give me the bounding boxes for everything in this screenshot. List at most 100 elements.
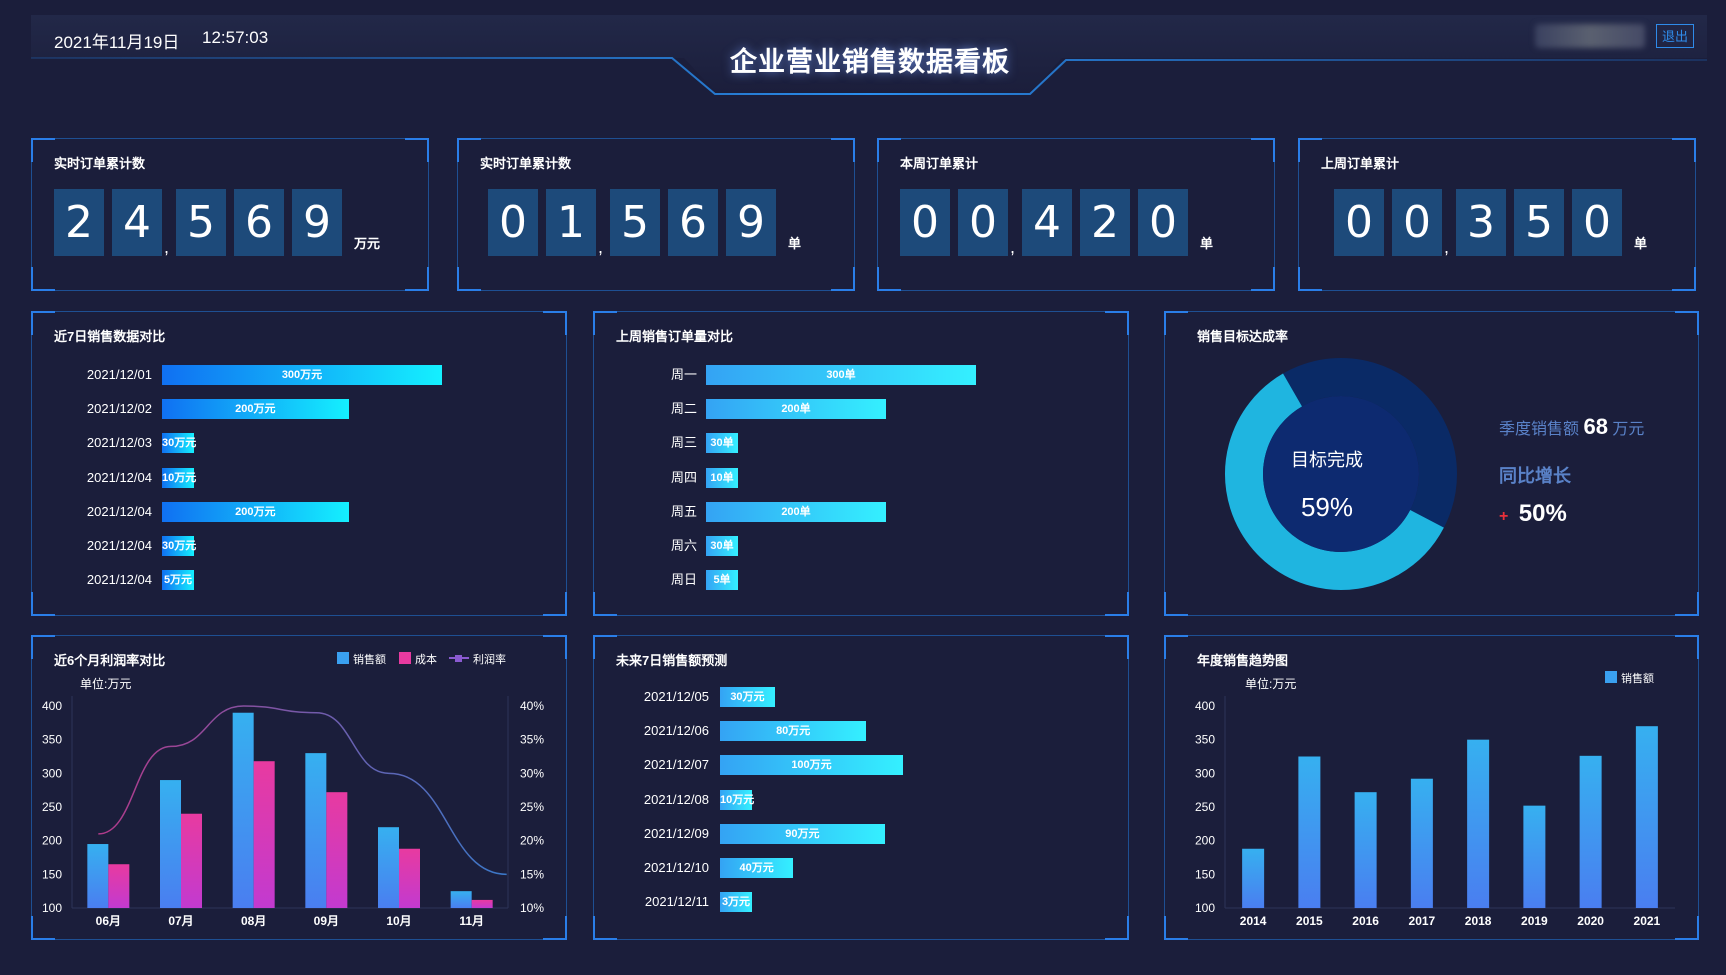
header: 2021年11月19日 12:57:03 企业营业销售数据看板 退出	[0, 0, 1726, 110]
bar	[87, 844, 109, 908]
digit: 2	[54, 189, 104, 256]
panel-title: 近7日销售数据对比	[54, 329, 166, 344]
y-tick-label: 250	[42, 800, 62, 814]
bar-category-label: 2021/12/10	[643, 860, 709, 875]
quarter-sales-row: 季度销售额 68 万元	[1499, 414, 1644, 440]
legend-swatch-cost	[399, 652, 411, 664]
bar-category-label: 2021/12/06	[643, 723, 709, 739]
x-tick-label: 2014	[1240, 914, 1267, 928]
y2-tick-label: 35%	[520, 733, 544, 747]
x-tick-label: 2017	[1409, 914, 1436, 928]
legend-marker-rate	[455, 655, 462, 662]
bar-category-label: 周二	[670, 401, 697, 417]
bar-category-label: 周四	[670, 469, 697, 485]
bar-category-label: 2021/12/04	[86, 538, 152, 553]
yoy-value: 50%	[1518, 500, 1567, 527]
y-tick-label: 400	[42, 699, 62, 713]
bar	[1523, 805, 1546, 908]
bar	[378, 827, 399, 908]
bar: 3万元	[720, 892, 752, 913]
counter-unit: 单	[1200, 236, 1214, 251]
legend-label: 利润率	[473, 652, 506, 666]
bar	[399, 848, 420, 908]
digit: 0	[1334, 189, 1384, 256]
bar: 30万元	[162, 536, 196, 556]
bar: 30单	[706, 536, 738, 556]
counter-panel-4: 上周订单累计 0 0 , 3 5 0 单	[1298, 138, 1696, 291]
counter-unit: 单	[1634, 236, 1648, 251]
bar	[1410, 778, 1433, 908]
target-panel: 销售目标达成率 目标完成 59% 季度销售额 68 万元 同比增长 + 50%	[1164, 311, 1699, 616]
axis-unit-label: 单位:万元	[80, 676, 131, 691]
yoy-row: + 50%	[1499, 500, 1567, 528]
logout-button[interactable]: 退出	[1656, 24, 1694, 48]
digit: 6	[668, 189, 718, 256]
y-tick-label: 200	[1195, 834, 1215, 848]
bar	[1467, 739, 1490, 908]
bar-category-label: 2021/12/05	[643, 689, 709, 704]
target-donut-chart	[1225, 358, 1457, 591]
y-tick-label: 350	[42, 733, 62, 747]
digit: 4	[1022, 189, 1072, 256]
bar-category-label: 2021/12/01	[86, 367, 152, 382]
bar	[160, 780, 181, 908]
y-tick-label: 250	[1195, 800, 1215, 814]
counter-digits: 0 0 , 4 2 0 单	[900, 189, 1213, 256]
digit: 0	[1572, 189, 1622, 256]
digit: 0	[1392, 189, 1442, 256]
donut-center-label: 目标完成	[1291, 450, 1363, 470]
bar: 200单	[706, 399, 886, 420]
legend-label: 成本	[415, 652, 437, 666]
user-avatar[interactable]	[1535, 24, 1645, 48]
bar	[1635, 726, 1658, 908]
x-tick-label: 11月	[459, 914, 484, 928]
x-tick-label: 2015	[1296, 914, 1323, 928]
y-tick-label: 150	[1195, 867, 1215, 881]
digit: 1	[546, 189, 596, 256]
y2-tick-label: 30%	[520, 766, 544, 780]
bar-category-label: 2021/12/09	[643, 825, 709, 841]
y-tick-label: 100	[1195, 901, 1215, 915]
profit-chart: 单位:万元 400 350 300 250 200 150 100 06月 07月 08月 09月 10…	[42, 652, 544, 928]
bar: 40万元	[720, 858, 794, 878]
x-tick-label: 08月	[241, 914, 266, 928]
counter-digits: 0 1 , 5 6 9 单	[488, 189, 801, 256]
x-tick-label: 07月	[168, 914, 193, 928]
bar-category-label: 2021/12/04	[86, 469, 152, 485]
digit: 6	[234, 189, 284, 256]
digit: 9	[292, 189, 342, 256]
bar	[326, 792, 348, 908]
bar: 200单	[706, 501, 886, 522]
bar: 200万元	[162, 501, 349, 522]
bar: 10单	[706, 467, 738, 488]
bar: 300单	[706, 365, 976, 385]
bar: 30万元	[720, 687, 775, 707]
bar: 10万元	[720, 789, 754, 810]
bar: 30万元	[162, 433, 196, 454]
bar-category-label: 周日	[670, 572, 697, 588]
bar	[305, 753, 327, 908]
digit: 9	[726, 189, 776, 256]
x-tick-label: 2020	[1577, 914, 1604, 928]
x-tick-label: 2016	[1352, 914, 1379, 928]
bar-category-label: 2021/12/11	[644, 894, 709, 910]
bar-category-label: 周三	[670, 435, 697, 451]
y2-tick-label: 25%	[520, 800, 544, 814]
x-tick-label: 06月	[96, 914, 121, 928]
bar	[471, 899, 493, 908]
profit-rate-line	[98, 705, 507, 876]
y-tick-label: 400	[1195, 699, 1215, 713]
counter-panel-3: 本周订单累计 0 0 , 4 2 0 单	[877, 138, 1275, 291]
increase-icon: +	[1499, 508, 1509, 525]
digit: 5	[1514, 189, 1564, 256]
header-date: 2021年11月19日	[54, 33, 180, 52]
digit: 0	[958, 189, 1008, 256]
x-tick-label: 2021	[1634, 914, 1661, 928]
y-tick-label: 200	[42, 834, 62, 848]
separator: ,	[598, 237, 604, 257]
bar-category-label: 周五	[670, 503, 697, 519]
x-tick-label: 2019	[1521, 914, 1548, 928]
bar	[450, 891, 472, 908]
counter-unit: 万元	[354, 236, 381, 251]
digit: 3	[1456, 189, 1506, 256]
